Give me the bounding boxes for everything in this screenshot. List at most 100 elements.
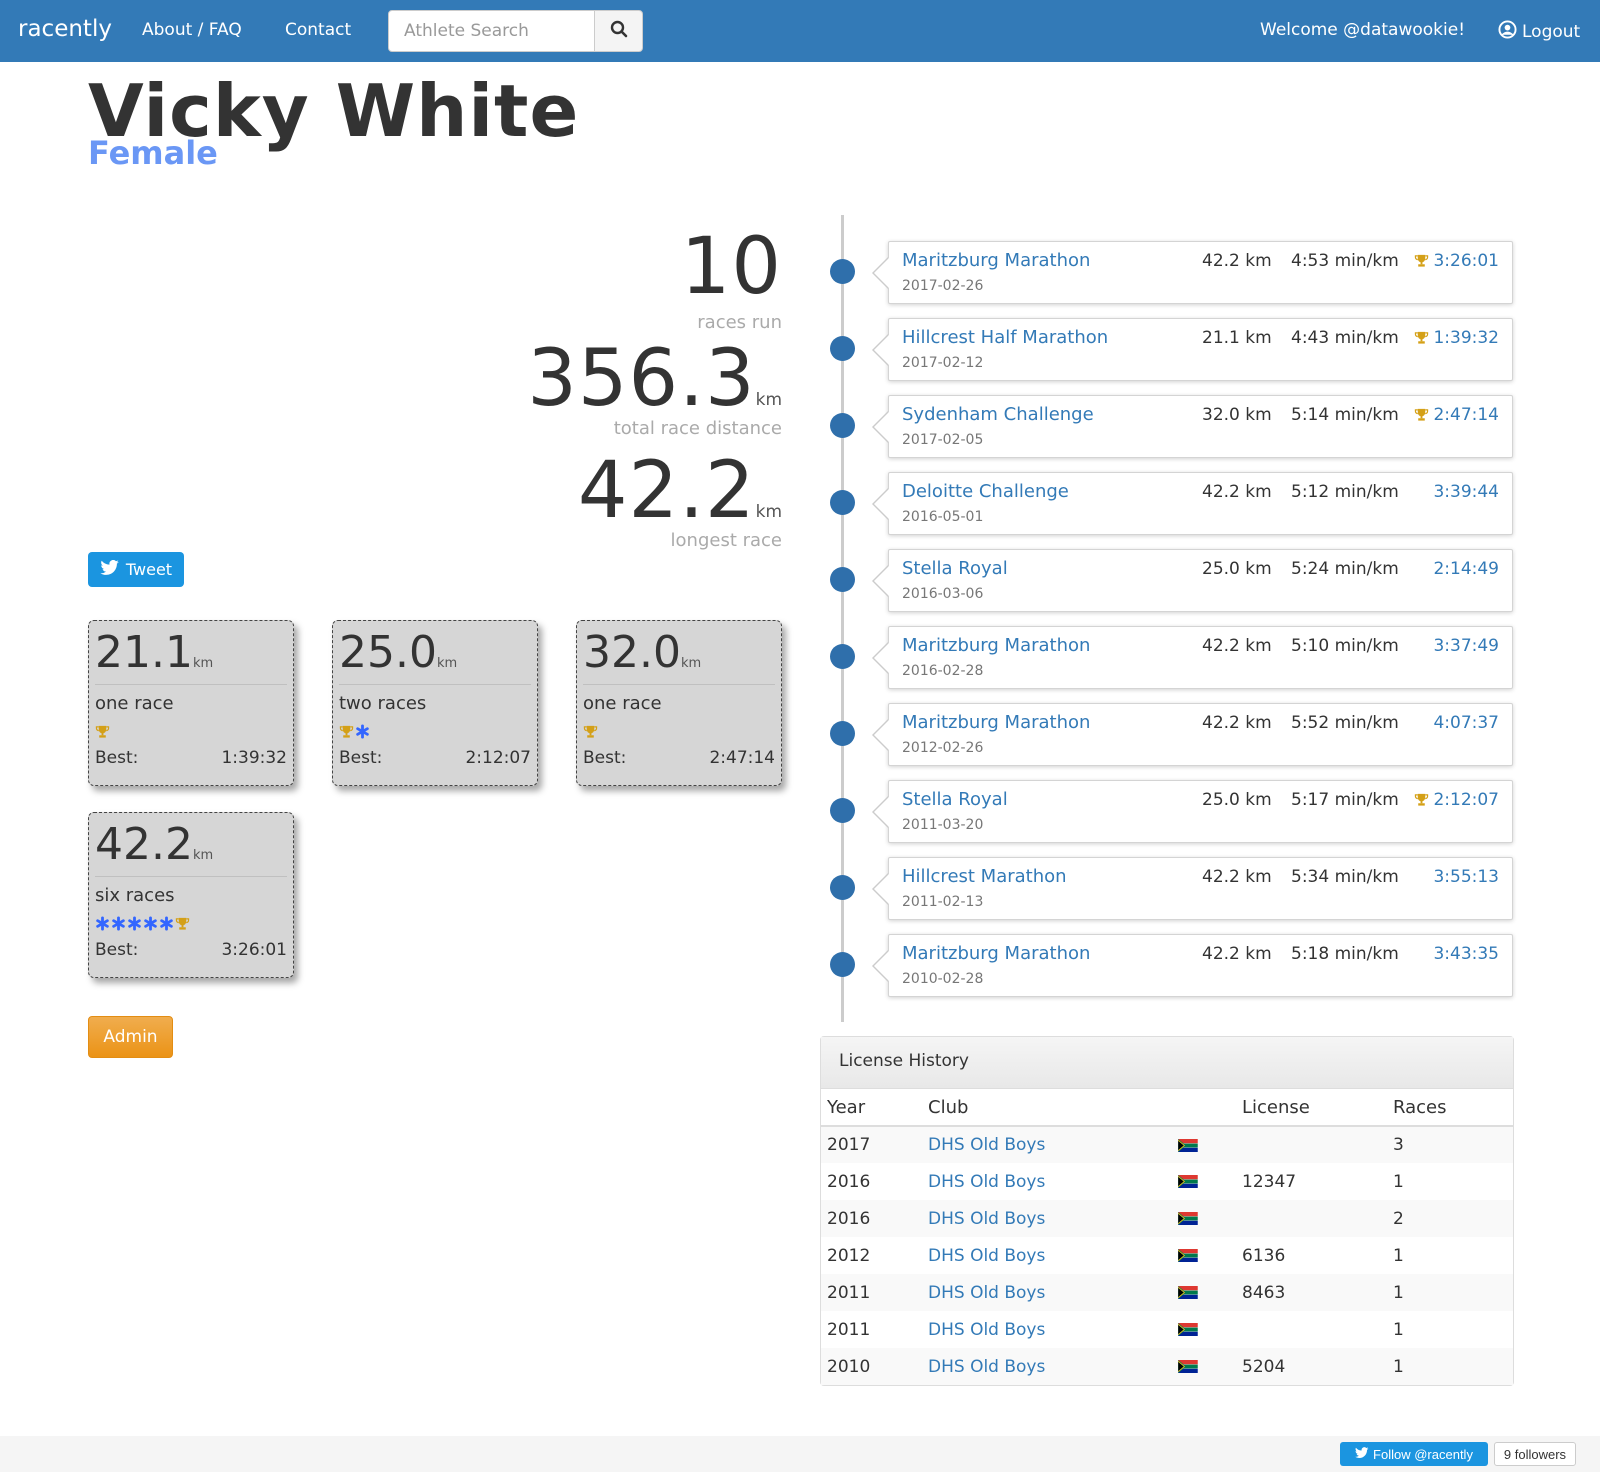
license-number: 12347 [1242,1171,1297,1192]
athlete-gender: Female [88,134,218,172]
trophy-icon [1414,331,1429,345]
athlete-search [388,10,643,52]
race-name-link[interactable]: Sydenham Challenge [902,404,1094,425]
club-link[interactable]: DHS Old Boys [928,1357,1045,1377]
race-time-link[interactable]: 2:47:14 [1414,405,1499,425]
stat-longest-race: 42.2km longest race [578,452,782,551]
race-time: 3:39:44 [1433,482,1499,502]
license-row: 2012 DHS Old Boys 6136 1 [821,1237,1513,1274]
distance-card: 25.0km two races Best: 2:12:07 [332,620,538,786]
distance-value: 42.2km [95,819,287,877]
brand-logo[interactable]: racently [18,16,112,42]
race-name-link[interactable]: Maritzburg Marathon [902,250,1090,271]
license-number: 6136 [1242,1245,1286,1266]
club-link[interactable]: DHS Old Boys [928,1320,1045,1340]
race-time-link[interactable]: 3:26:01 [1414,251,1499,271]
race-time-link[interactable]: 3:55:13 [1433,867,1499,887]
timeline-dot [830,875,855,900]
race-distance: 42.2 km [1202,867,1272,887]
timeline-dot [830,259,855,284]
race-date: 2011-02-13 [902,894,984,910]
distance-unit: km [436,656,458,671]
race-name-link[interactable]: Maritzburg Marathon [902,712,1090,733]
trophy-icon [1414,254,1429,268]
timeline-dot [830,721,855,746]
search-button[interactable] [594,10,643,52]
race-pace: 5:14 min/km [1291,405,1399,425]
races-run-value: 10 [680,222,782,312]
race-result-card: Maritzburg Marathon 2016-02-28 42.2 km 5:10… [872,626,1513,689]
license-row: 2016 DHS Old Boys 12347 1 [821,1163,1513,1200]
license-year: 2016 [827,1171,871,1192]
nav-contact[interactable]: Contact [285,20,351,40]
race-distance: 32.0 km [1202,405,1272,425]
trophy-icon [175,917,190,931]
total-distance-value: 356.3 [527,334,756,424]
license-year: 2012 [827,1245,871,1266]
race-count: one race [95,692,174,714]
race-time-link[interactable]: 3:43:35 [1433,944,1499,964]
twitter-bird-icon [1355,1446,1369,1462]
club-link[interactable]: DHS Old Boys [928,1172,1045,1192]
race-name-link[interactable]: Stella Royal [902,789,1008,810]
race-date: 2016-03-06 [902,586,984,602]
timeline-dot [830,490,855,515]
race-count: six races [95,884,175,906]
club-link[interactable]: DHS Old Boys [928,1283,1045,1303]
asterisk-icon [355,724,370,739]
athlete-search-input[interactable] [388,10,595,52]
race-name-link[interactable]: Hillcrest Half Marathon [902,327,1108,348]
race-result-card: Maritzburg Marathon 2012-02-26 42.2 km 5:52… [872,703,1513,766]
race-time-link[interactable]: 3:39:44 [1433,482,1499,502]
license-header-row: Year Club License Races [821,1089,1513,1127]
south-africa-flag-icon [1178,1320,1198,1340]
race-name-link[interactable]: Deloitte Challenge [902,481,1069,502]
race-result-card: Hillcrest Marathon 2011-02-13 42.2 km 5:34 … [872,857,1513,920]
best-time-row: Best: 2:12:07 [339,748,531,768]
race-date: 2011-03-20 [902,817,984,833]
longest-race-value: 42.2 [577,446,756,536]
race-name-link[interactable]: Maritzburg Marathon [902,943,1090,964]
license-races: 3 [1387,1126,1513,1163]
race-distance: 42.2 km [1202,251,1272,271]
tweet-button[interactable]: Tweet [88,552,184,587]
column-header-year: Year [821,1089,922,1127]
race-name-link[interactable]: Stella Royal [902,558,1008,579]
race-time-link[interactable]: 2:12:07 [1414,790,1499,810]
column-header-races: Races [1387,1089,1513,1127]
navbar: racently About / FAQ Contact Welcome @da… [0,0,1600,62]
club-link[interactable]: DHS Old Boys [928,1209,1045,1229]
race-name-link[interactable]: Maritzburg Marathon [902,635,1090,656]
race-date: 2017-02-12 [902,355,984,371]
race-time-link[interactable]: 3:37:49 [1433,636,1499,656]
race-pace: 5:17 min/km [1291,790,1399,810]
race-time: 3:55:13 [1433,867,1499,887]
license-races: 1 [1393,1319,1404,1340]
race-time-link[interactable]: 2:14:49 [1433,559,1499,579]
best-time: 2:12:07 [465,747,531,768]
south-africa-flag-icon [1178,1357,1198,1377]
race-time-link[interactable]: 1:39:32 [1414,328,1499,348]
club-link[interactable]: DHS Old Boys [928,1246,1045,1266]
race-count: two races [339,692,427,714]
twitter-bird-icon [100,559,120,580]
license-number [1236,1126,1387,1163]
license-row: 2010 DHS Old Boys 5204 1 [821,1348,1513,1385]
race-time-link[interactable]: 4:07:37 [1433,713,1499,733]
follow-button[interactable]: Follow @racently [1340,1442,1488,1466]
nav-about-faq[interactable]: About / FAQ [142,20,242,40]
admin-button[interactable]: Admin [88,1016,173,1058]
race-date: 2016-05-01 [902,509,984,525]
south-africa-flag-icon [1178,1172,1198,1192]
best-label: Best: [583,747,627,768]
timeline-dot [830,952,855,977]
license-number: 8463 [1236,1274,1387,1311]
distance-unit: km [192,848,214,863]
followers-count[interactable]: 9 followers [1494,1442,1576,1466]
race-result-card: Hillcrest Half Marathon 2017-02-12 21.1 km… [872,318,1513,381]
logout-link[interactable]: Logout [1498,20,1580,44]
race-name-link[interactable]: Hillcrest Marathon [902,866,1067,887]
club-link[interactable]: DHS Old Boys [928,1135,1045,1155]
distance-unit: km [680,656,702,671]
stat-races-run: 10 races run [681,228,782,333]
